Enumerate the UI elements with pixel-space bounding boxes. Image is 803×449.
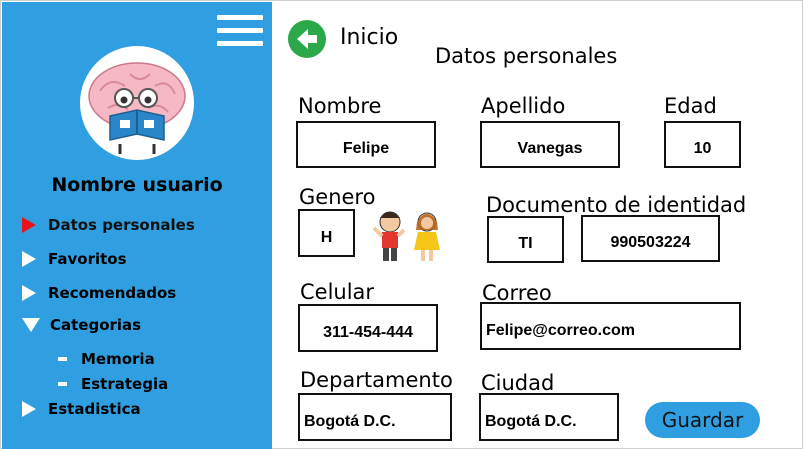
avatar [80,46,194,160]
chevron-down-icon [22,318,40,332]
dash-icon [58,382,67,386]
sidebar: Nombre usuario Datos personales Favorito… [2,2,272,449]
sidebar-item-favoritos[interactable]: Favoritos [22,250,127,268]
sidebar-subitem-estrategia[interactable]: Estrategia [58,375,168,393]
genero-label: Genero [299,185,376,209]
documento-number-field[interactable]: 990503224 [581,215,720,262]
sidebar-item-label: Favoritos [48,250,127,268]
sidebar-subitem-label: Estrategia [81,375,169,393]
kids-icon [372,208,444,264]
nombre-field[interactable]: Felipe [296,121,436,168]
brain-reading-book-icon [88,62,186,154]
save-button[interactable]: Guardar [645,402,760,438]
active-arrow-icon [22,217,36,233]
sidebar-item-label: Categorias [50,316,142,334]
arrow-right-icon [22,401,36,417]
sidebar-item-label: Datos personales [48,216,195,234]
apellido-label: Apellido [481,94,566,118]
apellido-field[interactable]: Vanegas [480,121,620,168]
sidebar-item-estadistica[interactable]: Estadistica [22,400,141,418]
sidebar-item-label: Estadistica [48,400,141,418]
sidebar-item-recomendados[interactable]: Recomendados [22,284,176,302]
sidebar-subitem-memoria[interactable]: Memoria [58,350,155,368]
dash-icon [58,357,67,361]
ciudad-field[interactable]: Bogotá D.C. [479,393,619,441]
edad-field[interactable]: 10 [664,121,741,168]
correo-field[interactable]: Felipe@correo.com [480,302,741,350]
documento-label: Documento de identidad [486,193,747,217]
documento-type-field[interactable]: TI [487,216,564,263]
sidebar-subitem-label: Memoria [81,350,155,368]
departamento-label: Departamento [300,368,453,392]
genero-field[interactable]: H [298,209,355,257]
sidebar-item-datos-personales[interactable]: Datos personales [22,216,195,234]
celular-label: Celular [300,280,375,304]
hamburger-icon[interactable] [217,15,263,47]
back-button[interactable] [288,20,326,58]
user-name: Nombre usuario [51,174,223,196]
sidebar-item-label: Recomendados [48,284,177,302]
celular-field[interactable]: 311-454-444 [298,304,438,352]
ciudad-label: Ciudad [481,371,555,395]
back-label[interactable]: Inicio [340,25,398,50]
edad-label: Edad [664,94,717,118]
departamento-field[interactable]: Bogotá D.C. [298,393,452,441]
sidebar-item-categorias[interactable]: Categorias [22,316,141,334]
arrow-right-icon [22,285,36,301]
page-title: Datos personales [435,44,618,68]
arrow-right-icon [22,251,36,267]
nombre-label: Nombre [298,94,382,118]
arrow-left-icon [297,29,317,49]
